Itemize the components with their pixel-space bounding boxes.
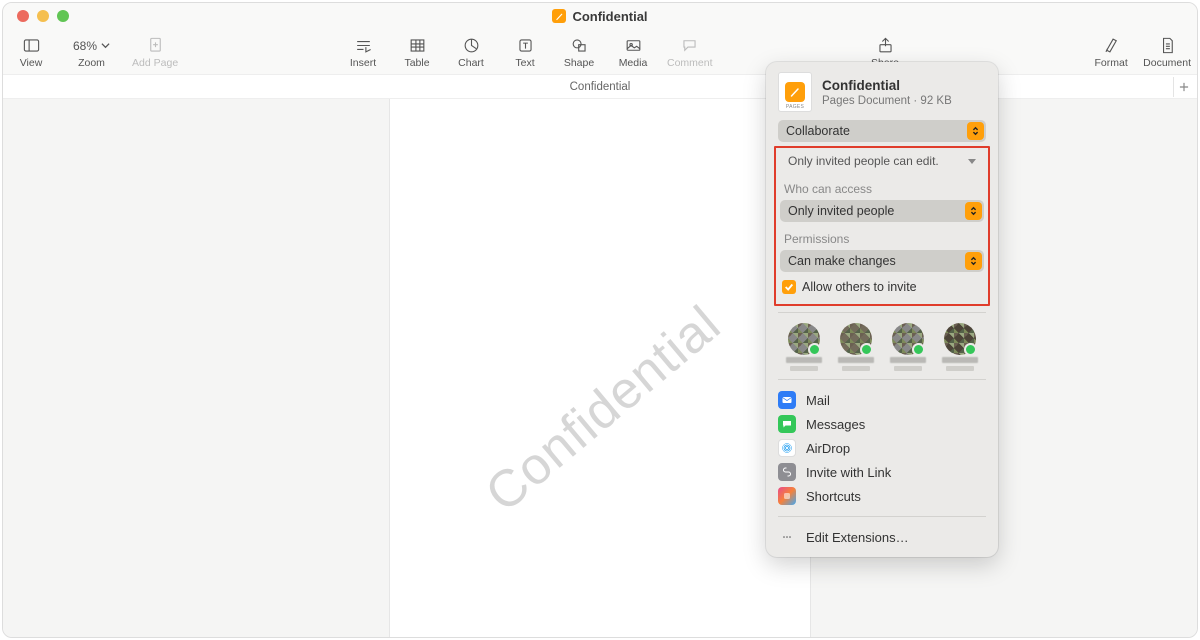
pages-doc-icon bbox=[552, 9, 566, 23]
format-button[interactable]: Format bbox=[1091, 30, 1131, 74]
shape-label: Shape bbox=[564, 57, 594, 69]
zoom-button[interactable]: 68% Zoom bbox=[65, 30, 118, 74]
avatar-icon bbox=[944, 323, 976, 355]
view-label: View bbox=[20, 57, 43, 69]
share-mode-select[interactable]: Collaborate bbox=[778, 120, 986, 142]
who-can-access-value: Only invited people bbox=[788, 204, 894, 218]
more-icon bbox=[778, 528, 796, 546]
tab-bar: Confidential bbox=[3, 75, 1197, 99]
zoom-value: 68% bbox=[73, 39, 97, 53]
chart-button[interactable]: Chart bbox=[451, 30, 491, 74]
divider bbox=[778, 516, 986, 517]
share-mode-value: Collaborate bbox=[786, 124, 850, 138]
contact-name-redacted bbox=[786, 357, 822, 363]
page[interactable]: Confidential bbox=[390, 99, 810, 637]
updown-icon bbox=[965, 202, 982, 220]
who-can-access-select[interactable]: Only invited people bbox=[780, 200, 984, 222]
document-button[interactable]: Document bbox=[1143, 30, 1191, 74]
updown-icon bbox=[965, 252, 982, 270]
share-airdrop-label: AirDrop bbox=[806, 441, 850, 456]
shortcuts-icon bbox=[778, 487, 796, 505]
permissions-summary-toggle[interactable]: Only invited people can edit. bbox=[780, 150, 984, 172]
shape-button[interactable]: Shape bbox=[559, 30, 599, 74]
media-button[interactable]: Media bbox=[613, 30, 653, 74]
window-title: Confidential bbox=[3, 9, 1197, 24]
view-button[interactable]: View bbox=[11, 30, 51, 74]
contact-item[interactable] bbox=[782, 323, 826, 371]
share-via-airdrop[interactable]: AirDrop bbox=[778, 436, 986, 460]
text-label: Text bbox=[515, 57, 534, 69]
permissions-summary-text: Only invited people can edit. bbox=[788, 154, 939, 168]
add-page-button: Add Page bbox=[132, 30, 178, 74]
popover-header: PAGES Confidential Pages Document · 92 K… bbox=[766, 62, 998, 120]
document-thumbnail-icon: PAGES bbox=[778, 72, 812, 112]
who-can-access-label: Who can access bbox=[780, 172, 984, 200]
mail-icon bbox=[778, 391, 796, 409]
window-title-text: Confidential bbox=[572, 9, 647, 24]
contact-item[interactable] bbox=[938, 323, 982, 371]
media-label: Media bbox=[619, 57, 648, 69]
updown-icon bbox=[967, 122, 984, 140]
avatar-icon bbox=[892, 323, 924, 355]
share-messages-label: Messages bbox=[806, 417, 865, 432]
permissions-select[interactable]: Can make changes bbox=[780, 250, 984, 272]
share-invite-with-link[interactable]: Invite with Link bbox=[778, 460, 986, 484]
title-bar: Confidential bbox=[3, 3, 1197, 29]
avatar-icon bbox=[840, 323, 872, 355]
share-via-messages[interactable]: Messages bbox=[778, 412, 986, 436]
add-tab-button[interactable] bbox=[1173, 77, 1193, 97]
chart-label: Chart bbox=[458, 57, 484, 69]
airdrop-icon bbox=[778, 439, 796, 457]
add-page-label: Add Page bbox=[132, 57, 178, 69]
fullscreen-window-icon[interactable] bbox=[57, 10, 69, 22]
share-via-mail[interactable]: Mail bbox=[778, 388, 986, 412]
popover-subtitle: Pages Document · 92 KB bbox=[822, 95, 952, 107]
text-button[interactable]: Text bbox=[505, 30, 545, 74]
share-mail-label: Mail bbox=[806, 393, 830, 408]
comment-button: Comment bbox=[667, 30, 713, 74]
edit-extensions-label: Edit Extensions… bbox=[806, 530, 909, 545]
share-via-shortcuts[interactable]: Shortcuts bbox=[778, 484, 986, 508]
toolbar: View 68% Zoom Add Page Insert Table bbox=[3, 29, 1197, 75]
permissions-label: Permissions bbox=[780, 222, 984, 250]
contact-name-redacted bbox=[890, 357, 926, 363]
share-shortcuts-label: Shortcuts bbox=[806, 489, 861, 504]
permissions-value: Can make changes bbox=[788, 254, 896, 268]
allow-others-row[interactable]: Allow others to invite bbox=[780, 272, 984, 296]
contact-item[interactable] bbox=[834, 323, 878, 371]
divider bbox=[778, 379, 986, 380]
link-icon bbox=[778, 463, 796, 481]
comment-label: Comment bbox=[667, 57, 713, 69]
active-tab-title[interactable]: Confidential bbox=[570, 81, 631, 93]
format-label: Format bbox=[1095, 57, 1128, 69]
contact-item[interactable] bbox=[886, 323, 930, 371]
insert-label: Insert bbox=[350, 57, 376, 69]
allow-others-label: Allow others to invite bbox=[802, 280, 917, 294]
table-button[interactable]: Table bbox=[397, 30, 437, 74]
messages-icon bbox=[778, 415, 796, 433]
allow-others-checkbox[interactable] bbox=[782, 280, 796, 294]
watermark-text: Confidential bbox=[474, 294, 732, 524]
doc-thumb-label: PAGES bbox=[786, 104, 804, 110]
document-canvas[interactable]: Confidential bbox=[3, 99, 1197, 637]
share-popover: PAGES Confidential Pages Document · 92 K… bbox=[766, 62, 998, 557]
edit-extensions-button[interactable]: Edit Extensions… bbox=[778, 525, 986, 549]
window-traffic-lights bbox=[3, 10, 69, 22]
close-window-icon[interactable] bbox=[17, 10, 29, 22]
zoom-label: Zoom bbox=[78, 57, 105, 69]
share-link-label: Invite with Link bbox=[806, 465, 891, 480]
insert-button[interactable]: Insert bbox=[343, 30, 383, 74]
permissions-highlight-region: Only invited people can edit. Who can ac… bbox=[774, 146, 990, 306]
divider bbox=[778, 312, 986, 313]
suggested-contacts-row bbox=[766, 319, 998, 373]
contact-name-redacted bbox=[942, 357, 978, 363]
table-label: Table bbox=[404, 57, 429, 69]
popover-title: Confidential bbox=[822, 78, 952, 93]
share-app-list: Mail Messages AirDrop Invite with Link S… bbox=[766, 386, 998, 510]
avatar-icon bbox=[788, 323, 820, 355]
contact-name-redacted bbox=[838, 357, 874, 363]
minimize-window-icon[interactable] bbox=[37, 10, 49, 22]
document-label: Document bbox=[1143, 57, 1191, 69]
